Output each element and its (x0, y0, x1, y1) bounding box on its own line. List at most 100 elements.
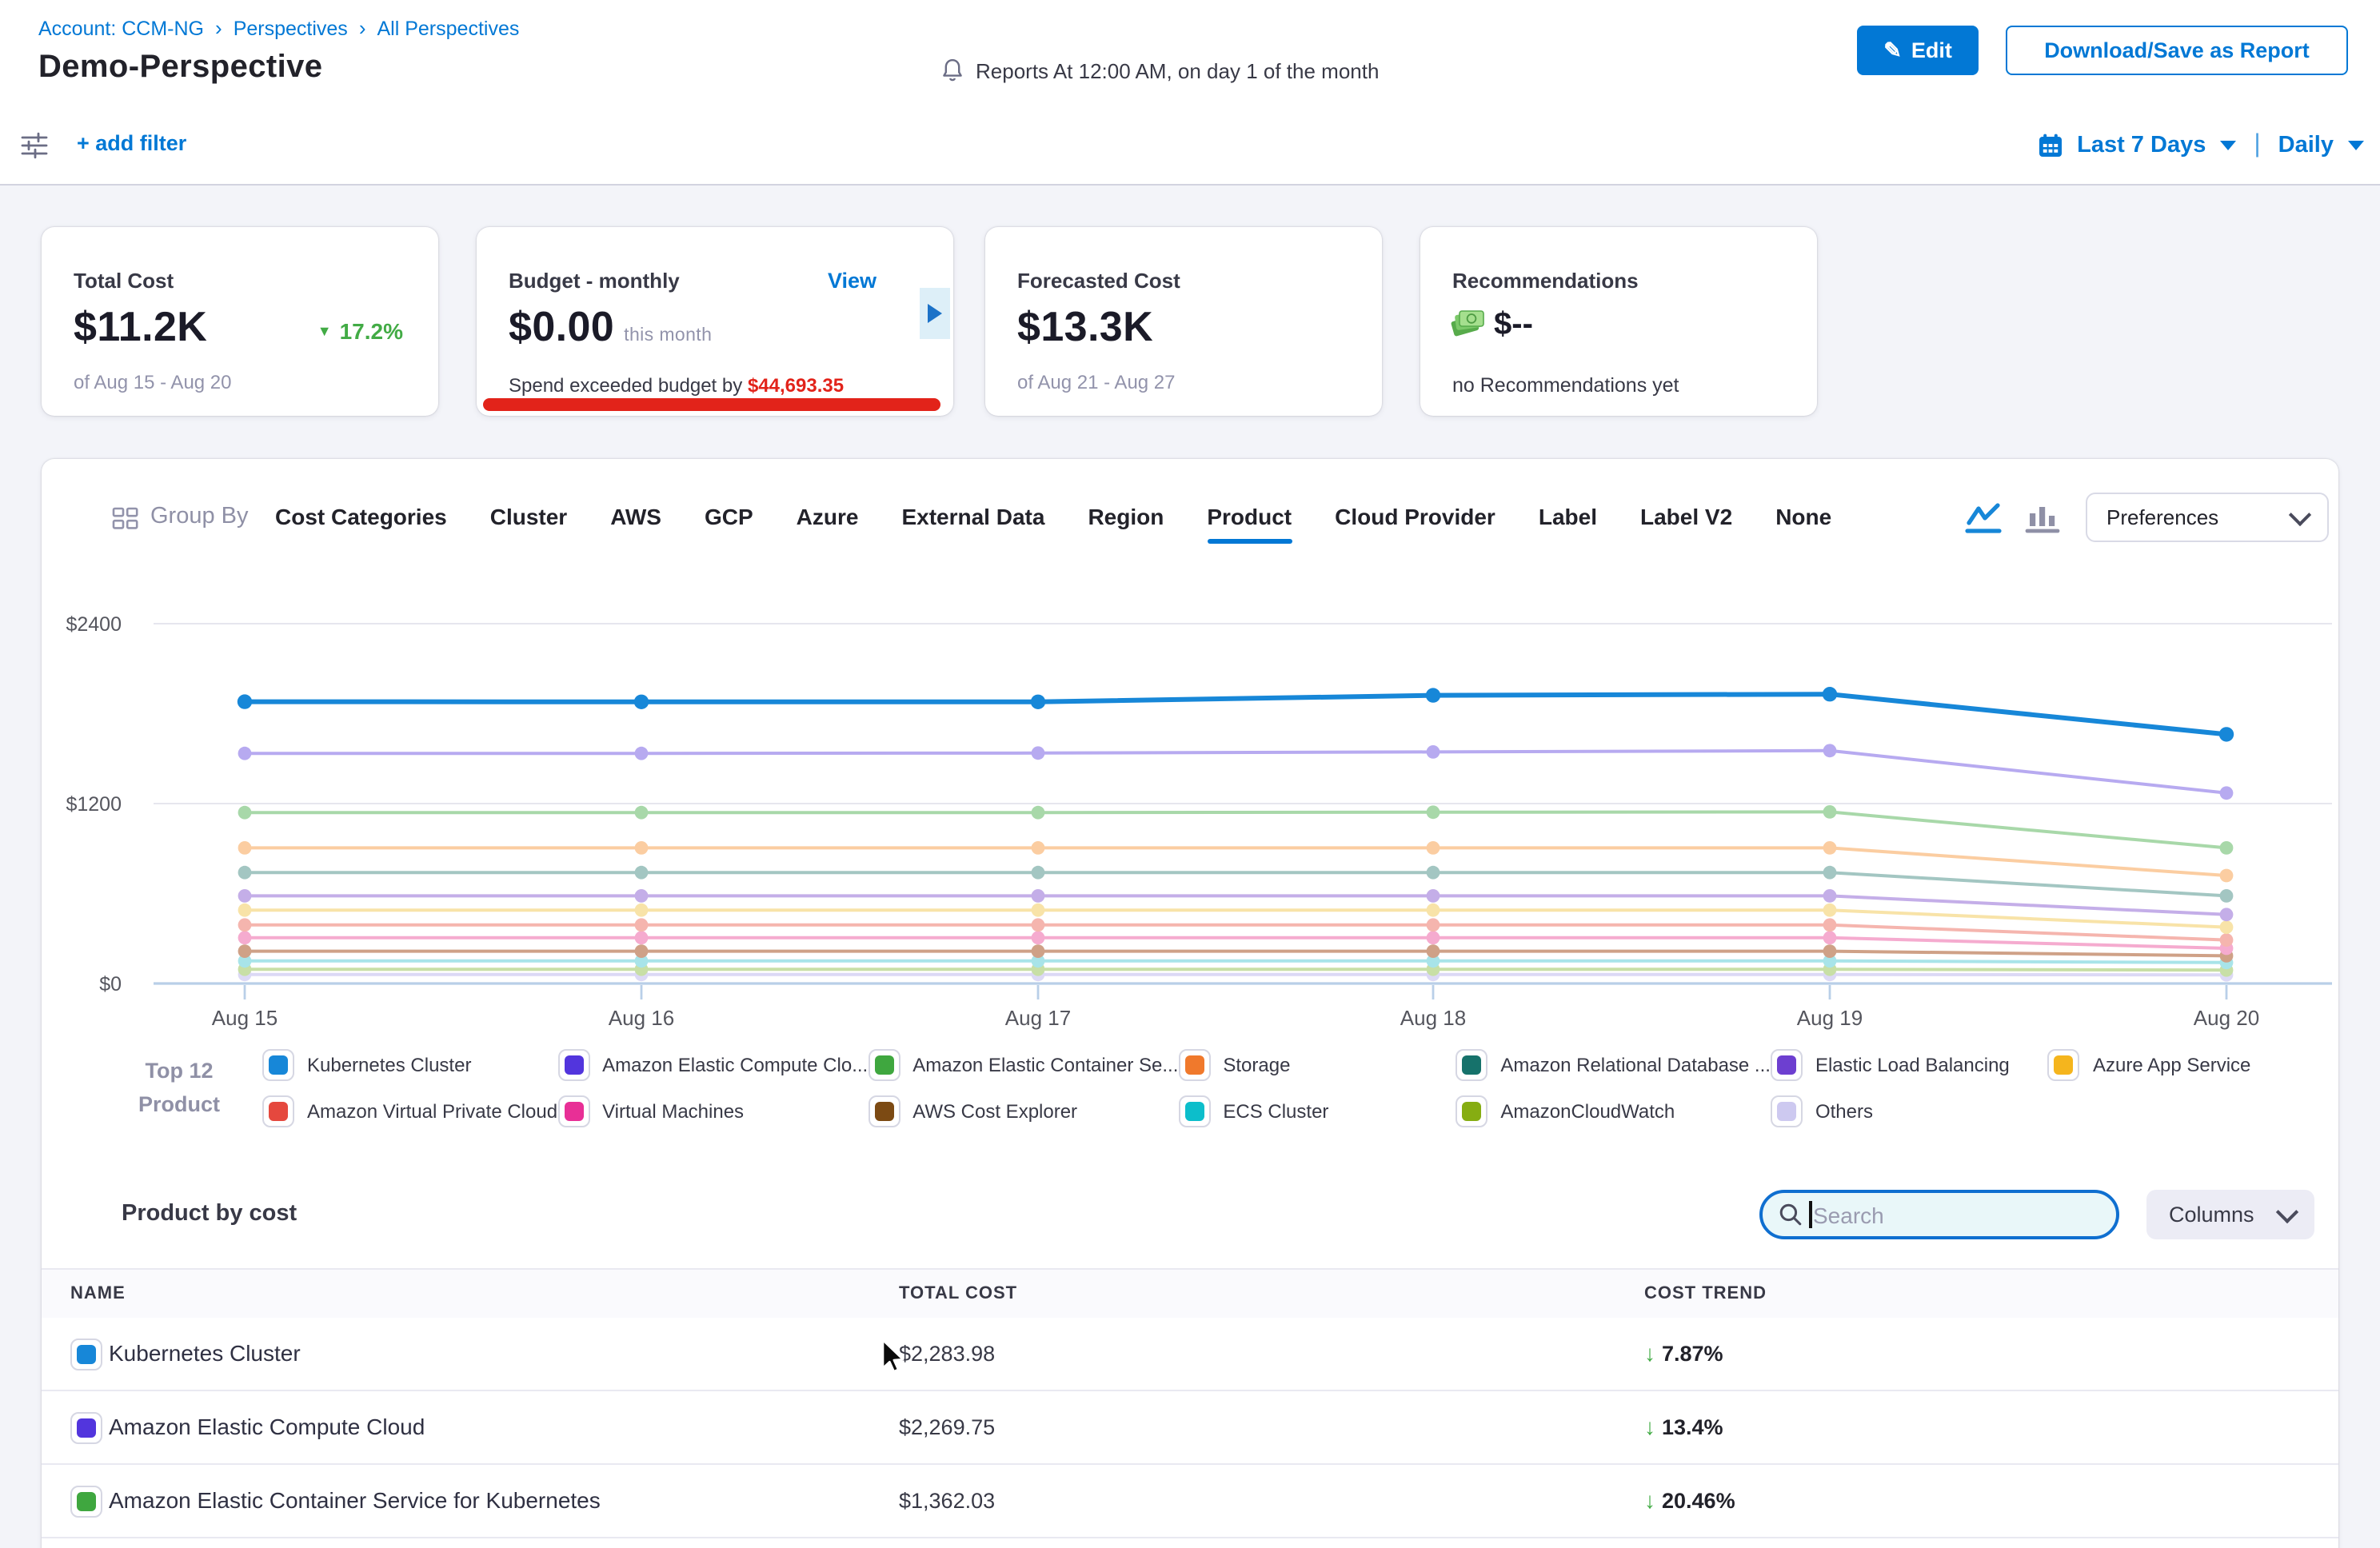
tab-cost-categories[interactable]: Cost Categories (275, 504, 447, 529)
svg-text:Aug 16: Aug 16 (609, 1006, 674, 1030)
play-right-icon (928, 304, 942, 323)
total-cost-card: Total Cost $11.2K ▼ 17.2% of Aug 15 - Au… (42, 227, 438, 416)
budget-card: Budget - monthly View $0.00this month Sp… (477, 227, 953, 416)
tab-region[interactable]: Region (1088, 504, 1164, 529)
total-cost-value: $11.2K (74, 302, 207, 352)
breadcrumb-link-perspectives[interactable]: Perspectives (234, 17, 348, 39)
breadcrumb-separator-icon: › (215, 16, 222, 40)
columns-dropdown[interactable]: Columns (2146, 1190, 2314, 1239)
forecasted-cost-value: $13.3K (1017, 302, 1153, 352)
legend-item-ecs-cluster[interactable]: ECS Cluster (1178, 1094, 1456, 1129)
row-swatch (70, 1412, 102, 1444)
legend-label: Amazon Virtual Private Cloud (307, 1100, 557, 1123)
legend-swatch (1178, 1095, 1210, 1127)
legend-item-amazoncloudwatch[interactable]: AmazonCloudWatch (1456, 1094, 1771, 1129)
column-header-cost-trend[interactable]: COST TREND (1644, 1284, 1767, 1303)
row-name: Kubernetes Cluster (109, 1340, 301, 1366)
legend-item-others[interactable]: Others (1771, 1094, 2048, 1129)
legend-label: Others (1815, 1100, 1873, 1123)
breadcrumb-link-account-ccm-ng[interactable]: Account: CCM-NG (38, 17, 204, 39)
granularity-select[interactable]: Daily (2278, 133, 2334, 158)
arrow-down-icon: ↓ (1644, 1414, 1655, 1439)
row-swatch (70, 1339, 102, 1370)
legend-swatch (868, 1095, 900, 1127)
ccm-perspective-dashboard: Account: CCM-NG › Perspectives › All Perspec… (0, 0, 2380, 1548)
tab-aws[interactable]: AWS (610, 504, 661, 529)
chevron-down-icon[interactable] (2348, 141, 2364, 150)
legend-label: ECS Cluster (1223, 1100, 1328, 1123)
chart-type-toggle (1964, 501, 2060, 536)
legend-heading: Top 12 Product (106, 1054, 253, 1121)
group-by-grid-icon (112, 507, 139, 531)
chevron-down-icon[interactable] (2220, 141, 2236, 150)
tab-product[interactable]: Product (1207, 504, 1292, 529)
line-chart-icon[interactable] (1964, 501, 2003, 536)
legend-label: Kubernetes Cluster (307, 1054, 471, 1076)
page-header: Account: CCM-NG › Perspectives › All Perspec… (0, 0, 2380, 109)
breadcrumb-link-all-perspectives[interactable]: All Perspectives (377, 17, 520, 39)
forecasted-cost-period: of Aug 21 - Aug 27 (1017, 371, 1176, 393)
calendar-icon (2037, 133, 2063, 158)
table-row-amazon-elastic-compute-cloud[interactable]: Amazon Elastic Compute Cloud$2,269.75↓13… (42, 1391, 2338, 1465)
tab-cluster[interactable]: Cluster (490, 504, 567, 529)
budget-value: $0.00this month (509, 302, 712, 352)
tab-gcp[interactable]: GCP (705, 504, 753, 529)
triangle-down-icon: ▼ (317, 323, 332, 339)
tab-label-v2[interactable]: Label V2 (1640, 504, 1732, 529)
budget-exceeded-text: Spend exceeded budget by $44,693.35 (509, 374, 844, 397)
filter-sliders-icon[interactable] (21, 131, 48, 160)
tab-cloud-provider[interactable]: Cloud Provider (1335, 504, 1495, 529)
date-range-select[interactable]: Last 7 Days (2077, 133, 2206, 158)
table-row-kubernetes-cluster[interactable]: Kubernetes Cluster $2,283.98 ↓7.87% (42, 1318, 2338, 1391)
tab-azure[interactable]: Azure (797, 504, 859, 529)
table-section-heading: Product by cost (122, 1201, 297, 1227)
breadcrumb: Account: CCM-NG › Perspectives › All Perspec… (38, 16, 519, 40)
column-header-total-cost[interactable]: TOTAL COST (899, 1284, 1017, 1303)
download-save-report-button[interactable]: Download/Save as Report (2006, 26, 2348, 75)
row-total-cost: $2,283.98 (899, 1342, 995, 1366)
column-header-name[interactable]: NAME (70, 1284, 126, 1303)
row-name: Amazon Elastic Container Service for Kub… (109, 1487, 601, 1513)
legend-item-virtual-machines[interactable]: Virtual Machines (557, 1094, 868, 1129)
chevron-down-icon (2276, 1200, 2298, 1223)
svg-text:Aug 19: Aug 19 (1797, 1006, 1863, 1030)
table-header: NAME TOTAL COST COST TREND (42, 1268, 2338, 1321)
budget-view-link[interactable]: View (828, 269, 877, 293)
legend-label: Elastic Load Balancing (1815, 1054, 2010, 1076)
row-cost-trend: ↓7.87% (1644, 1340, 1723, 1366)
total-cost-period: of Aug 15 - Aug 20 (74, 371, 232, 393)
preferences-dropdown[interactable]: Preferences (2086, 493, 2329, 542)
budget-qualifier: this month (624, 326, 712, 345)
row-cost-trend: ↓13.4% (1644, 1414, 1723, 1439)
total-cost-trend: ▼ 17.2% (317, 318, 403, 344)
edit-button[interactable]: ✎ Edit (1857, 26, 1979, 75)
row-swatch (70, 1486, 102, 1518)
tab-label[interactable]: Label (1539, 504, 1597, 529)
legend-label: AmazonCloudWatch (1500, 1100, 1675, 1123)
search-input[interactable]: Search (1759, 1190, 2119, 1239)
add-filter-button[interactable]: + add filter (77, 131, 186, 155)
bar-chart-icon[interactable] (2025, 501, 2060, 536)
tab-none[interactable]: None (1775, 504, 1831, 529)
tab-external-data[interactable]: External Data (901, 504, 1044, 529)
legend-item-amazon-virtual-private-cloud[interactable]: Amazon Virtual Private Cloud (262, 1094, 557, 1129)
legend-label: Amazon Elastic Compute Clo... (602, 1054, 868, 1076)
table-body: Kubernetes Cluster $2,283.98 ↓7.87% Amazon … (42, 1318, 2338, 1538)
breadcrumb-separator-icon: › (359, 16, 366, 40)
budget-expand-button[interactable] (920, 288, 950, 339)
legend-label: Storage (1223, 1054, 1290, 1076)
legend-swatch (262, 1095, 294, 1127)
table-row-amazon-elastic-container-service-for-kubernetes[interactable]: Amazon Elastic Container Service for Kub… (42, 1465, 2338, 1538)
svg-text:$2400: $2400 (66, 613, 122, 636)
mouse-cursor (878, 1337, 910, 1375)
reports-note-text: Reports At 12:00 AM, on day 1 of the mon… (976, 58, 1379, 82)
row-cost-trend: ↓20.46% (1644, 1487, 1735, 1513)
row-trend-value: 20.46% (1662, 1488, 1735, 1512)
budget-exceeded-amount: $44,693.35 (748, 374, 844, 397)
date-controls: Last 7 Days | Daily (2037, 107, 2364, 184)
search-icon (1779, 1203, 1803, 1227)
legend-item-aws-cost-explorer[interactable]: AWS Cost Explorer (868, 1094, 1178, 1129)
row-name: Amazon Elastic Compute Cloud (109, 1414, 425, 1439)
forecasted-cost-card: Forecasted Cost $13.3K of Aug 21 - Aug 2… (985, 227, 1382, 416)
svg-text:$0: $0 (99, 973, 122, 995)
